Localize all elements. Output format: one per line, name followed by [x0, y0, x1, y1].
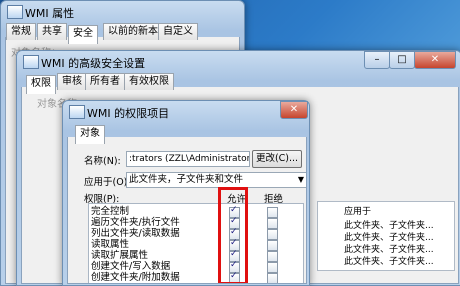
table-row[interactable]: 此文件夹、子文件夹...	[344, 254, 434, 267]
change-button[interactable]: 更改(C)...	[252, 150, 302, 168]
window-controls: – □ ✕	[364, 51, 456, 69]
tab-object[interactable]: 对象	[75, 125, 105, 144]
permission-entry-window: WMI 的权限项目 ✕ 名称(N): :trators (ZZL\Adminis…	[62, 100, 310, 286]
tab-customize[interactable]: 自定义	[158, 23, 198, 40]
tab-effective-permissions[interactable]: 有效权限	[124, 73, 174, 90]
properties-window-title: WMI 属性	[25, 7, 75, 20]
deny-checkbox[interactable]	[267, 218, 278, 229]
column-header-applies-to: 应用于	[344, 207, 372, 217]
close-button[interactable]: ✕	[280, 101, 308, 119]
tab-permissions[interactable]: 权限	[26, 75, 56, 94]
entry-client-area: 名称(N): :trators (ZZL\Administrators) 更改(…	[67, 137, 307, 284]
entry-window-title: WMI 的权限项目	[87, 107, 170, 120]
folder-icon	[7, 5, 23, 19]
window-controls: ✕	[280, 101, 308, 119]
advanced-window-title: WMI 的高级安全设置	[41, 57, 146, 70]
tab-owner[interactable]: 所有者	[85, 73, 125, 90]
apply-to-value: 此文件夹，子文件夹和文件	[129, 174, 244, 185]
deny-checkbox[interactable]	[267, 229, 278, 240]
name-field[interactable]: :trators (ZZL\Administrators)	[126, 151, 250, 167]
tab-previous-versions[interactable]: 以前的新本	[103, 23, 163, 40]
deny-checkbox[interactable]	[267, 262, 278, 273]
deny-checkbox[interactable]	[267, 251, 278, 262]
minimize-button[interactable]: –	[364, 51, 390, 69]
tab-security[interactable]: 安全	[68, 25, 98, 44]
permission-entries-table: 应用于 此文件夹、子文件夹... 此文件夹、子文件夹... 此文件夹、子文件夹.…	[317, 201, 455, 271]
deny-checkbox[interactable]	[267, 273, 278, 283]
permissions-list: 完全控制遍历文件夹/执行文件列出文件夹/读取数据读取属性读取扩展属性创建文件/写…	[88, 203, 304, 283]
tab-sharing[interactable]: 共享	[37, 23, 67, 40]
folder-icon	[69, 105, 85, 119]
name-label: 名称(N):	[84, 156, 121, 167]
tab-auditing[interactable]: 审核	[57, 73, 87, 90]
tab-general[interactable]: 常规	[6, 23, 36, 40]
folder-icon	[23, 55, 39, 69]
permission-row: 创建文件夹/附加数据	[91, 272, 180, 283]
deny-checkbox[interactable]	[267, 207, 278, 218]
close-button[interactable]: ✕	[414, 51, 456, 69]
allow-column-highlight	[218, 187, 248, 283]
deny-checkbox[interactable]	[267, 240, 278, 251]
maximize-button[interactable]: □	[389, 51, 415, 69]
chevron-down-icon: ▼	[297, 175, 304, 184]
apply-to-dropdown[interactable]: 此文件夹，子文件夹和文件 ▼	[126, 172, 306, 188]
apply-to-label: 应用于(O):	[84, 177, 131, 188]
